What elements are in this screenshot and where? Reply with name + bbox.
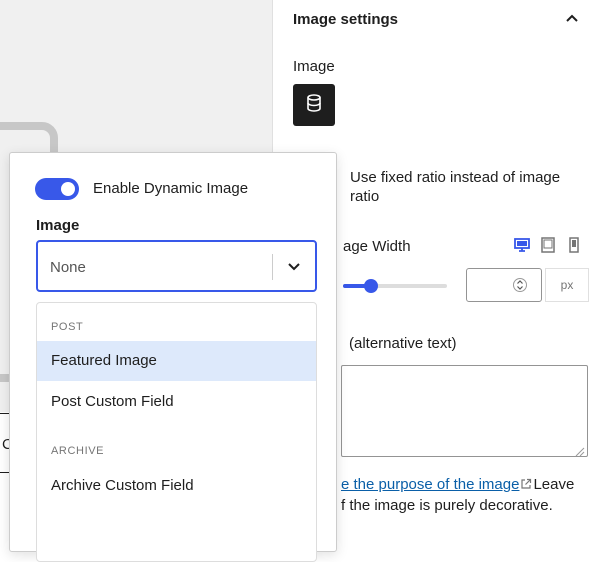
toggle-knob (61, 182, 75, 196)
chevron-up-icon[interactable] (563, 10, 581, 28)
alt-help-text-line2: f the image is purely decorative. (341, 497, 553, 514)
width-slider[interactable] (343, 279, 447, 293)
panel-title[interactable]: Image settings (293, 11, 398, 28)
select-separator (272, 254, 273, 280)
image-label: Image (293, 58, 335, 75)
alt-text-input[interactable] (341, 365, 588, 457)
tablet-icon[interactable] (539, 236, 557, 254)
help-text-after-link: Leave (533, 476, 575, 493)
width-unit: px (545, 268, 589, 302)
mobile-icon[interactable] (565, 236, 583, 254)
image-source-select[interactable]: None (36, 240, 317, 292)
image-source-menu: POST Featured Image Post Custom Field AR… (36, 302, 317, 562)
menu-group-label: POST (51, 321, 84, 333)
menu-item-featured-image[interactable]: Featured Image (37, 341, 316, 381)
dynamic-source-button[interactable] (293, 84, 335, 126)
dynamic-image-toggle[interactable] (35, 178, 79, 200)
spinner-icon[interactable] (513, 276, 527, 294)
alt-help-link[interactable]: e the purpose of the image (341, 476, 519, 493)
width-number-input[interactable] (466, 268, 542, 302)
menu-item-post-custom-field[interactable]: Post Custom Field (37, 382, 316, 422)
external-link-icon (520, 477, 532, 489)
database-icon (305, 93, 323, 118)
device-switcher (513, 236, 583, 254)
menu-item-archive-custom-field[interactable]: Archive Custom Field (37, 466, 316, 506)
alt-text-label: (alternative text) (349, 335, 457, 352)
select-value: None (50, 259, 86, 276)
alt-help-text: e the purpose of the image Leave (341, 476, 574, 493)
fixed-ratio-label[interactable]: Use fixed ratio instead of image ratio (350, 168, 590, 206)
width-slider-handle[interactable] (364, 279, 379, 293)
desktop-icon[interactable] (513, 236, 531, 254)
dynamic-image-popover: Enable Dynamic Image Image None POST Fea… (9, 152, 337, 562)
resize-handle-icon[interactable] (575, 444, 585, 457)
image-width-label: age Width (343, 238, 411, 255)
menu-group-label: ARCHIVE (51, 445, 105, 457)
image-source-label: Image (36, 217, 80, 234)
chevron-down-icon[interactable] (284, 256, 304, 276)
dynamic-image-toggle-label[interactable]: Enable Dynamic Image (93, 180, 248, 197)
